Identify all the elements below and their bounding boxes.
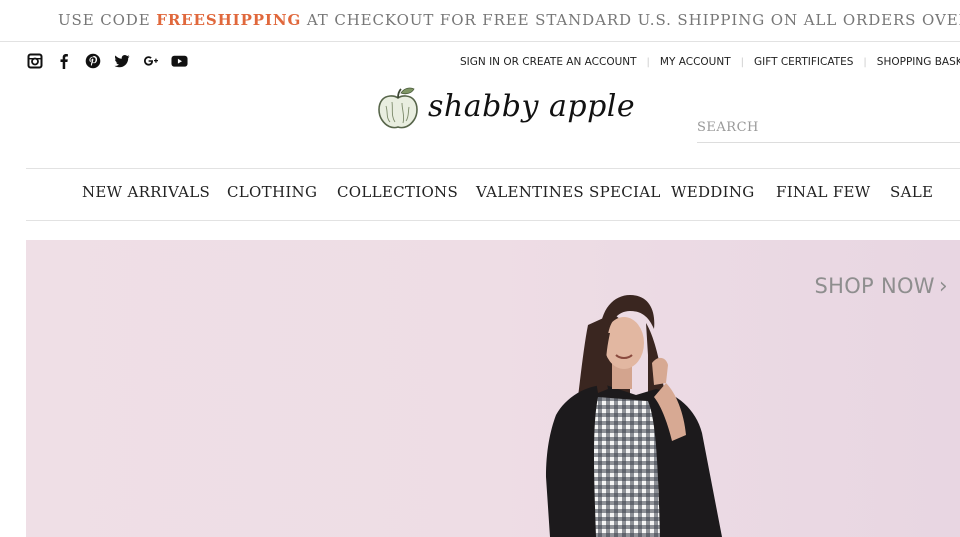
twitter-icon[interactable] xyxy=(113,52,130,69)
link-separator: | xyxy=(863,56,867,68)
nav-sale[interactable]: SALE xyxy=(890,183,933,201)
facebook-icon[interactable] xyxy=(55,52,72,69)
nav-new-arrivals[interactable]: NEW ARRIVALS xyxy=(82,183,210,201)
promo-text-after: AT CHECKOUT FOR FREE STANDARD U.S. SHIPP… xyxy=(301,11,960,29)
social-links xyxy=(26,52,188,69)
search-box xyxy=(697,114,960,143)
gift-certificates-link[interactable]: GIFT CERTIFICATES xyxy=(754,56,853,68)
promo-text-before: USE CODE xyxy=(58,11,157,29)
hero-banner[interactable]: SHOP NOW › xyxy=(26,240,960,537)
youtube-icon[interactable] xyxy=(171,52,188,69)
nav-valentines-special[interactable]: VALENTINES SPECIAL xyxy=(476,183,661,201)
sign-in-link[interactable]: SIGN IN OR CREATE AN ACCOUNT xyxy=(460,56,637,68)
link-separator: | xyxy=(740,56,744,68)
nav-final-few[interactable]: FINAL FEW xyxy=(776,183,871,201)
shop-now-label: SHOP NOW xyxy=(814,274,935,298)
my-account-link[interactable]: MY ACCOUNT xyxy=(660,56,731,68)
logo-wordmark: shabby apple xyxy=(428,89,636,124)
promo-banner: USE CODE FREESHIPPING AT CHECKOUT FOR FR… xyxy=(0,0,960,42)
chevron-right-icon: › xyxy=(938,274,948,299)
nav-wedding[interactable]: WEDDING xyxy=(671,183,755,201)
nav-clothing[interactable]: CLOTHING xyxy=(227,183,317,201)
instagram-icon[interactable] xyxy=(26,52,43,69)
site-logo[interactable]: shabby apple xyxy=(370,83,653,139)
pinterest-icon[interactable] xyxy=(84,52,101,69)
account-links: SIGN IN OR CREATE AN ACCOUNT | MY ACCOUN… xyxy=(460,56,960,68)
shopping-basket-link[interactable]: SHOPPING BASKET xyxy=(877,56,960,68)
main-nav: NEW ARRIVALS CLOTHING COLLECTIONS VALENT… xyxy=(26,168,960,221)
promo-text: USE CODE FREESHIPPING AT CHECKOUT FOR FR… xyxy=(58,11,960,29)
shop-now-link[interactable]: SHOP NOW › xyxy=(814,274,948,299)
hero-model-photo xyxy=(546,295,722,537)
promo-code: FREESHIPPING xyxy=(156,11,302,29)
google-plus-icon[interactable] xyxy=(142,52,159,69)
nav-collections[interactable]: COLLECTIONS xyxy=(337,183,458,201)
link-separator: | xyxy=(646,56,650,68)
search-input[interactable] xyxy=(697,114,947,140)
apple-logo-icon xyxy=(378,87,418,129)
